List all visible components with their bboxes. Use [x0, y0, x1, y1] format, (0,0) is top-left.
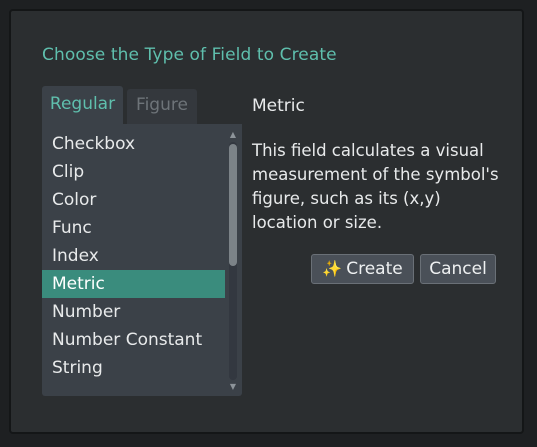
scroll-up-arrow-icon[interactable]: ▲ [228, 130, 238, 140]
list-item-number-constant[interactable]: Number Constant [42, 326, 225, 354]
list-item-string[interactable]: String [42, 354, 225, 382]
list-item-index[interactable]: Index [42, 242, 225, 270]
field-type-title: Metric [252, 96, 305, 116]
scroll-down-arrow-icon[interactable]: ▼ [228, 382, 238, 392]
tab-regular[interactable]: Regular [42, 86, 123, 124]
field-type-description: This field calculates a visual measureme… [252, 141, 499, 232]
dialog-title: Choose the Type of Field to Create [42, 45, 337, 65]
tab-figure[interactable]: Figure [127, 89, 197, 124]
field-type-list[interactable]: Checkbox Clip Color Func Index Metric Nu… [42, 124, 242, 396]
create-field-dialog: Choose the Type of Field to Create Regul… [9, 9, 524, 434]
cancel-button[interactable]: Cancel [420, 254, 496, 284]
create-button-label: Create [346, 259, 403, 279]
scroll-thumb[interactable] [229, 144, 237, 266]
sparkles-icon: ✨ [322, 259, 343, 278]
list-scrollbar[interactable]: ▲ ▼ [227, 130, 239, 392]
list-item-func[interactable]: Func [42, 214, 225, 242]
scroll-track[interactable] [229, 142, 237, 380]
list-item-checkbox[interactable]: Checkbox [42, 130, 225, 158]
list-item-color[interactable]: Color [42, 186, 225, 214]
list-item-metric[interactable]: Metric [42, 270, 225, 298]
list-item-clip[interactable]: Clip [42, 158, 225, 186]
create-button[interactable]: ✨ Create [311, 254, 414, 284]
list-item-number[interactable]: Number [42, 298, 225, 326]
